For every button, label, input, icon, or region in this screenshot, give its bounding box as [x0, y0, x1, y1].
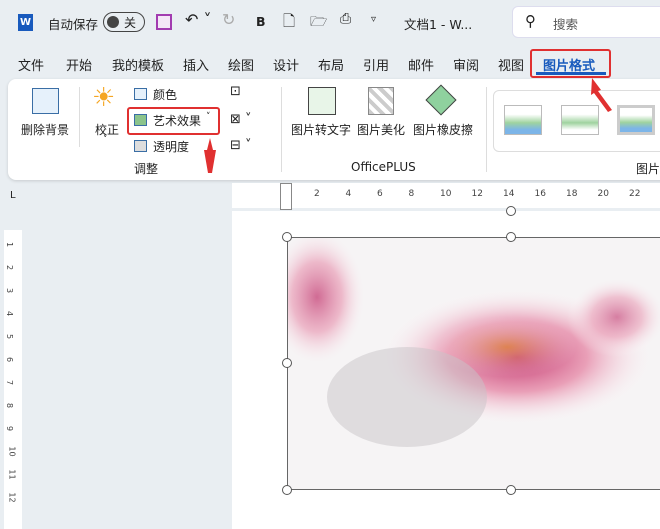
- resize-handle-tl[interactable]: [282, 232, 292, 242]
- vertical-ruler-tick-label: 10: [7, 446, 17, 457]
- ruler-tick-label: 16: [534, 189, 546, 199]
- image-border: [287, 237, 660, 490]
- vertical-ruler-tick-label: 7: [5, 379, 15, 386]
- vertical-ruler-tick-label: 4: [5, 310, 15, 317]
- indent-marker[interactable]: [280, 183, 292, 210]
- ruler-tick-label: 12: [471, 189, 483, 199]
- ruler-tick-label: 2: [314, 189, 320, 199]
- vertical-ruler-tick-label: 9: [5, 425, 15, 432]
- horizontal-ruler[interactable]: 2 4 6 8 10 12 14 16 18 20 22: [232, 183, 660, 208]
- ruler-tick-label: 14: [503, 189, 515, 199]
- rotate-handle[interactable]: [506, 206, 516, 216]
- vertical-ruler-tick-label: 3: [5, 287, 15, 294]
- resize-handle-bm[interactable]: [506, 485, 516, 495]
- resize-handle-ml[interactable]: [282, 358, 292, 368]
- vertical-ruler-tick-label: 12: [7, 492, 17, 503]
- resize-handle-bl[interactable]: [282, 485, 292, 495]
- vertical-ruler-tick-label: 11: [7, 469, 17, 480]
- arrow-to-picture-format-tab: [591, 78, 612, 112]
- vertical-ruler[interactable]: 1 2 3 4 5 6 7 8 9 10 11 12: [4, 230, 22, 529]
- ruler-tick-label: 6: [377, 189, 383, 199]
- tab-selector-icon[interactable]: L: [10, 190, 16, 201]
- ruler-tick-label: 18: [566, 189, 578, 199]
- vertical-ruler-tick-label: 8: [5, 402, 15, 409]
- ruler-tick-label: 4: [345, 189, 352, 199]
- vertical-ruler-tick-label: 5: [5, 333, 15, 340]
- ruler-tick-label: 10: [440, 189, 452, 199]
- resize-handle-tm[interactable]: [506, 232, 516, 242]
- arrow-to-artistic-effects: [204, 138, 216, 173]
- vertical-ruler-tick-label: 1: [5, 241, 15, 248]
- vertical-ruler-tick-label: 6: [5, 356, 15, 363]
- ruler-tick-label: 22: [629, 189, 641, 199]
- ruler-tick-label: 20: [597, 189, 609, 199]
- ruler-tick-label: 8: [408, 189, 415, 199]
- vertical-ruler-tick-label: 2: [5, 264, 15, 271]
